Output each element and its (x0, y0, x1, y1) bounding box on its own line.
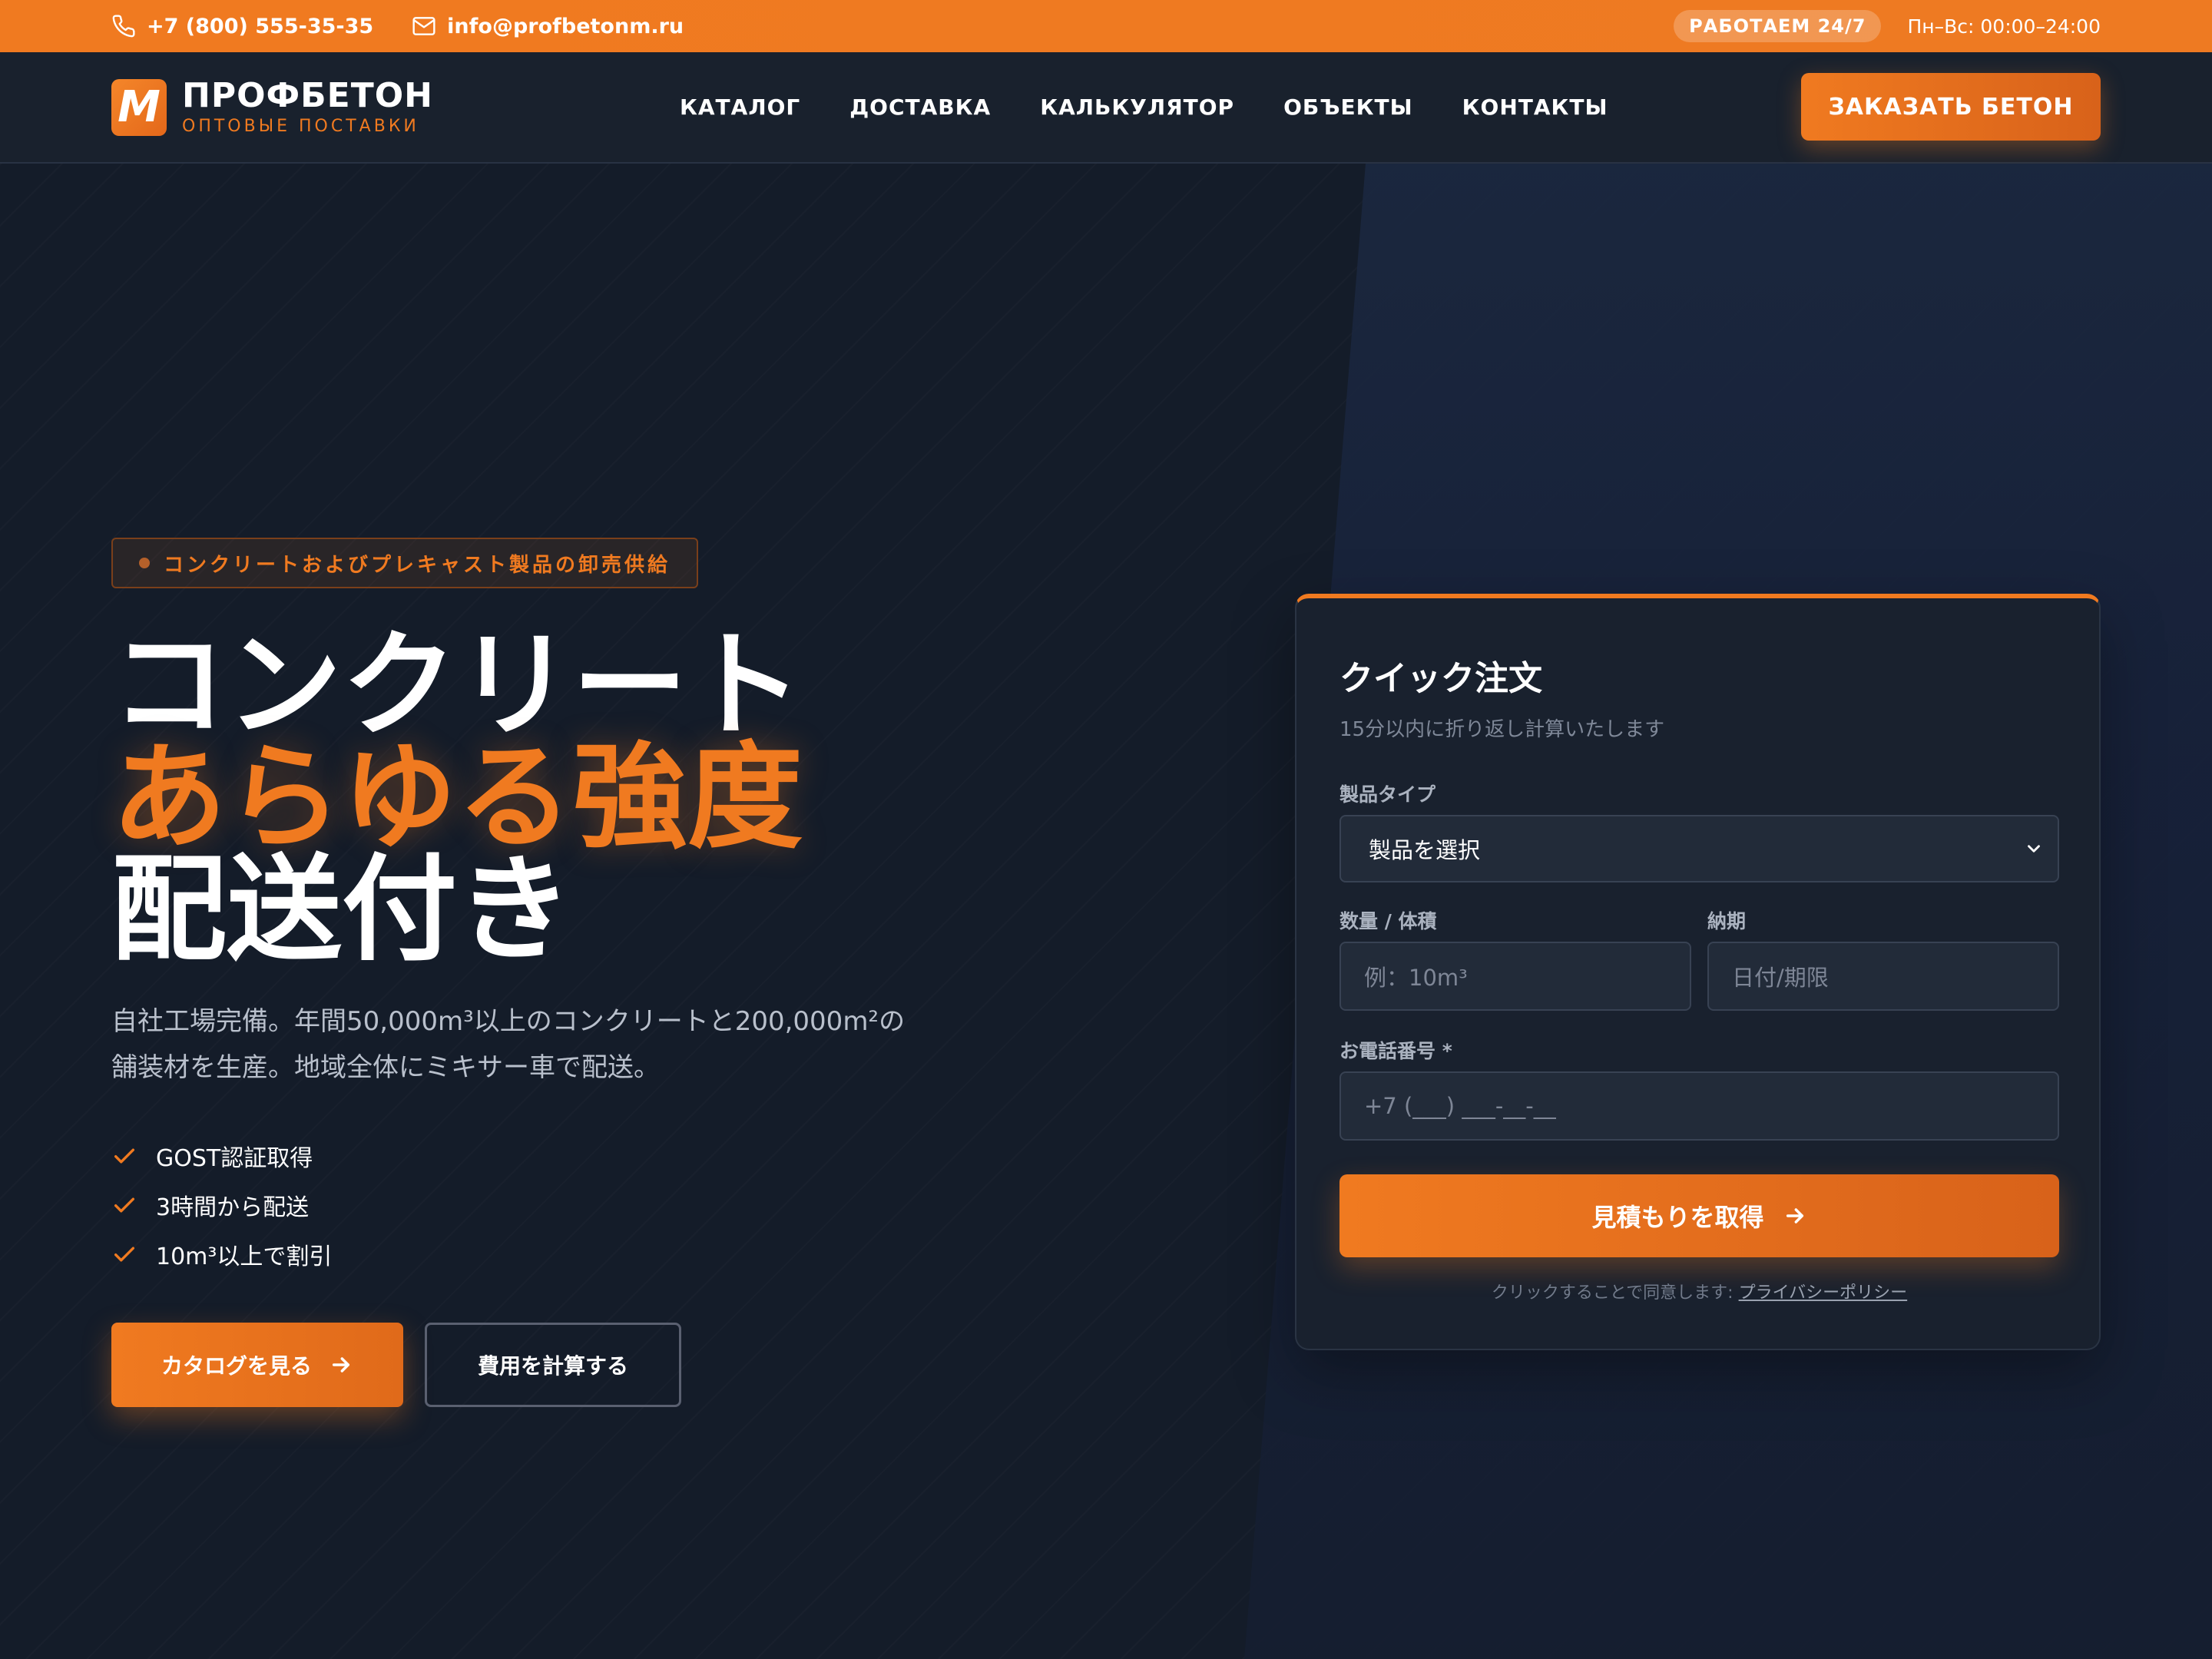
nav-item-objects[interactable]: ОБЪЕКТЫ (1283, 94, 1413, 120)
logo-name: ПРОФБЕТОН (182, 75, 433, 115)
arrow-right-icon (1786, 1208, 1803, 1224)
quantity-label: 数量 / 体積 (1339, 910, 1437, 932)
phone-number: +7 (800) 555-35-35 (147, 14, 374, 38)
working-hours: Пн–Вс: 00:00–24:00 (1907, 15, 2101, 38)
check-icon (114, 1197, 135, 1213)
hero-description: 自社工場完備。年間50,000m³以上のコンクリートと200,000m²の舗装材… (111, 1006, 906, 1083)
feature-text: 10m³以上で割引 (156, 1243, 333, 1270)
phone-placeholder: +7 (___) ___-__-__ (1364, 1093, 1556, 1119)
phone-input[interactable]: +7 (___) ___-__-__ (1339, 1071, 2059, 1141)
privacy-policy-link[interactable]: プライバシーポリシー (1739, 1283, 1908, 1303)
arrow-right-icon (332, 1357, 350, 1373)
open-24-7-badge: РАБОТАЕМ 24/7 (1674, 10, 1882, 42)
phone-link[interactable]: +7 (800) 555-35-35 (111, 14, 373, 38)
contact-info: +7 (800) 555-35-35 info@profbetonm.ru (111, 14, 684, 38)
quick-order-form: クイック注文 15分以内に折り返し計算いたします 製品タイプ 製品を選択 数量 … (1295, 594, 2101, 1350)
feature-item: GOST認証取得 (111, 1131, 332, 1181)
hero-title-line-3: 配送付き (111, 843, 573, 977)
get-quote-button[interactable]: 見積もりを取得 (1339, 1174, 2059, 1257)
nav-item-catalog[interactable]: КАТАЛОГ (680, 94, 800, 120)
tagline-dot-icon (139, 558, 150, 568)
feature-item: 3時間から配送 (111, 1181, 332, 1230)
delivery-date-placeholder: 日付/期限 (1732, 965, 1829, 991)
feature-item: 10m³以上で割引 (111, 1230, 332, 1279)
quantity-placeholder: 例：10m³ (1364, 965, 1468, 991)
nav-item-contacts[interactable]: КОНТАКТЫ (1462, 94, 1608, 120)
get-quote-label: 見積もりを取得 (1591, 1203, 1764, 1232)
main-nav: КАТАЛОГ ДОСТАВКА КАЛЬКУЛЯТОР ОБЪЕКТЫ КОН… (680, 94, 1608, 120)
top-bar: +7 (800) 555-35-35 info@profbetonm.ru РА… (0, 0, 2212, 52)
main-header: M ПРОФБЕТОН ОПТОВЫЕ ПОСТАВКИ КАТАЛОГ ДОС… (0, 52, 2212, 164)
check-icon (114, 1148, 135, 1164)
quantity-input[interactable]: 例：10m³ (1339, 942, 1691, 1011)
view-catalog-button[interactable]: カタログを見る (111, 1323, 403, 1407)
logo-subtitle: ОПТОВЫЕ ПОСТАВКИ (182, 117, 419, 137)
form-subtitle: 15分以内に折り返し計算いたします (1339, 718, 1665, 741)
chevron-down-icon (2028, 845, 2040, 853)
view-catalog-label: カタログを見る (161, 1353, 312, 1379)
consent-text: クリックすることで同意します: (1491, 1283, 1739, 1303)
product-type-label: 製品タイプ (1339, 783, 1436, 806)
calculate-cost-button[interactable]: 費用を計算する (425, 1323, 681, 1407)
email-address: info@profbetonm.ru (447, 14, 684, 38)
logo-mark: M (111, 78, 167, 136)
feature-list: GOST認証取得 3時間から配送 10m³以上で割引 (111, 1131, 332, 1279)
phone-label: お電話番号 * (1339, 1040, 1452, 1062)
privacy-consent: クリックすることで同意します: プライバシーポリシー (1339, 1279, 2059, 1303)
hero-title-line-1: コンクリート (111, 619, 803, 753)
hero-title: コンクリート あらゆる強度 配送付き (111, 619, 803, 977)
hero-tagline: コンクリートおよびプレキャスト製品の卸売供給 (111, 538, 699, 588)
form-title: クイック注文 (1339, 659, 1542, 698)
nav-item-calculator[interactable]: КАЛЬКУЛЯТОР (1040, 94, 1234, 120)
product-type-value: 製品を選択 (1369, 837, 1481, 863)
logo-text: ПРОФБЕТОН ОПТОВЫЕ ПОСТАВКИ (182, 78, 433, 136)
tagline-text: コンクリートおよびプレキャスト製品の卸売供給 (164, 553, 671, 577)
phone-icon (112, 15, 135, 38)
email-link[interactable]: info@profbetonm.ru (412, 14, 684, 38)
feature-text: GOST認証取得 (156, 1145, 313, 1172)
product-type-select[interactable]: 製品を選択 (1339, 815, 2059, 882)
delivery-date-label: 納期 (1707, 910, 1747, 932)
nav-item-delivery[interactable]: ДОСТАВКА (849, 94, 991, 120)
order-concrete-button[interactable]: ЗАКАЗАТЬ БЕТОН (1801, 73, 2101, 141)
hero-title-line-2: あらゆる強度 (111, 731, 803, 865)
logo[interactable]: M ПРОФБЕТОН ОПТОВЫЕ ПОСТАВКИ (111, 78, 680, 136)
feature-text: 3時間から配送 (156, 1194, 310, 1221)
delivery-date-input[interactable]: 日付/期限 (1707, 942, 2059, 1011)
work-info: РАБОТАЕМ 24/7 Пн–Вс: 00:00–24:00 (1674, 10, 2101, 42)
check-icon (114, 1247, 135, 1262)
mail-icon (412, 17, 435, 35)
